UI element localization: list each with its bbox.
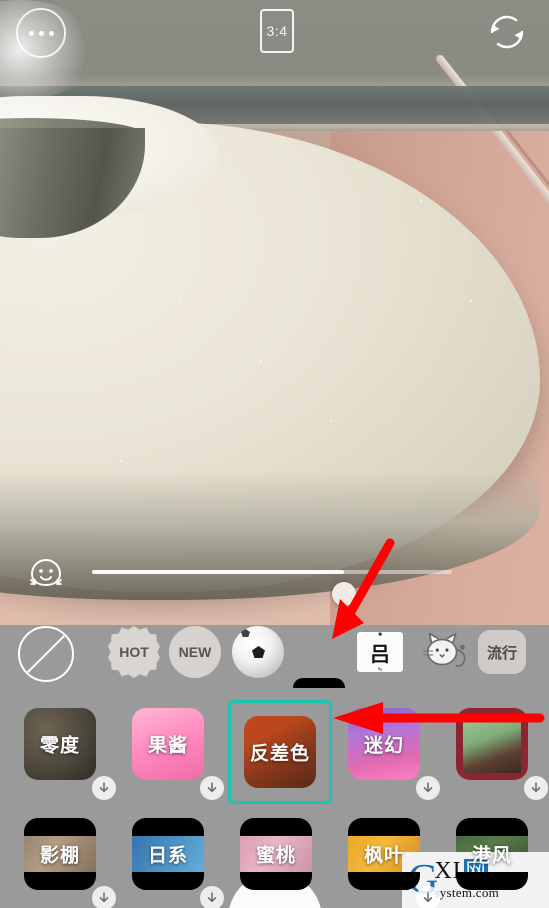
filter-tile-mihuan[interactable]: 迷幻: [348, 708, 440, 800]
filter-tile-lingdu[interactable]: 零度: [24, 708, 116, 800]
download-icon[interactable]: [200, 886, 224, 908]
download-icon[interactable]: [200, 776, 224, 800]
category-lv-card[interactable]: ■ 吕 ∿: [357, 632, 403, 673]
filter-thumb: 零度: [24, 708, 96, 780]
beauty-slider-fill: [92, 570, 344, 574]
category-cat-sticker-icon[interactable]: [420, 626, 472, 678]
camera-filter-screen: 3:4 HOT NEW ■ 吕 ∿ 流行 零度 果酱 反差色 迷幻 影棚 日系 …: [0, 0, 549, 908]
download-icon[interactable]: [416, 886, 440, 908]
more-options-icon[interactable]: [16, 8, 66, 58]
filter-panel: 零度 果酱 反差色 迷幻 影棚 日系 蜜桃 枫叶 港风: [0, 688, 549, 908]
category-toolbar: HOT NEW 滤镜 ■ 吕 ∿: [0, 618, 549, 730]
filter-tile-fanchase-selected[interactable]: 反差色: [228, 700, 332, 804]
category-hot-label: HOT: [119, 644, 149, 660]
filter-thumb: 反差色: [244, 716, 316, 788]
switch-camera-icon[interactable]: [483, 8, 531, 56]
filter-row-1: 零度 果酱 反差色 迷幻: [0, 696, 549, 804]
top-bar: 3:4: [0, 0, 549, 70]
category-hot[interactable]: HOT: [108, 626, 160, 678]
filter-thumb: 港风: [456, 818, 528, 890]
category-lv-label: 吕: [370, 643, 390, 666]
category-trending-label: 流行: [486, 644, 517, 662]
filter-tile-label: 港风: [471, 845, 512, 867]
filter-tile-portrait[interactable]: [456, 708, 548, 800]
filter-tile-label: 影棚: [39, 845, 80, 867]
filter-thumb: [456, 708, 528, 780]
lv-card-bottom-mark: ∿: [377, 666, 383, 673]
filter-thumb: 影棚: [24, 818, 96, 890]
filter-tile-label: 枫叶: [363, 845, 404, 867]
category-sports-ball-icon[interactable]: [232, 626, 284, 678]
category-trending[interactable]: 流行: [478, 630, 526, 674]
download-icon[interactable]: [92, 886, 116, 908]
aspect-ratio-button[interactable]: 3:4: [260, 9, 294, 53]
beauty-face-icon[interactable]: [24, 550, 68, 594]
filter-tile-label: 蜜桃: [255, 845, 296, 867]
category-new-label: NEW: [178, 644, 212, 660]
filter-tile-label: 果酱: [147, 735, 188, 757]
no-filter-slash-icon: [26, 634, 66, 674]
filter-thumb: 枫叶: [348, 818, 420, 890]
filter-tile-rixi[interactable]: 日系: [132, 818, 224, 908]
filter-thumb: 蜜桃: [240, 818, 312, 890]
camera-viewfinder[interactable]: [0, 0, 549, 625]
portrait-photo: [463, 715, 521, 773]
filter-tile-guojiang[interactable]: 果酱: [132, 708, 224, 800]
download-icon[interactable]: [416, 776, 440, 800]
filter-tile-label: 反差色: [249, 743, 310, 765]
filter-thumb: 果酱: [132, 708, 204, 780]
filter-tile-label: 日系: [147, 845, 188, 867]
beauty-slider-thumb[interactable]: [332, 582, 356, 606]
filter-tile-label: 迷幻: [363, 735, 404, 757]
category-none[interactable]: [18, 626, 74, 682]
filter-tile-label: 零度: [39, 735, 80, 757]
filter-tile-yingpeng[interactable]: 影棚: [24, 818, 116, 908]
download-icon[interactable]: [92, 776, 116, 800]
filter-thumb: 迷幻: [348, 708, 420, 780]
filter-thumb: 日系: [132, 818, 204, 890]
category-new[interactable]: NEW: [169, 626, 221, 678]
beauty-slider-row: [0, 548, 549, 606]
beauty-slider-track[interactable]: [92, 570, 452, 606]
download-icon[interactable]: [524, 776, 548, 800]
